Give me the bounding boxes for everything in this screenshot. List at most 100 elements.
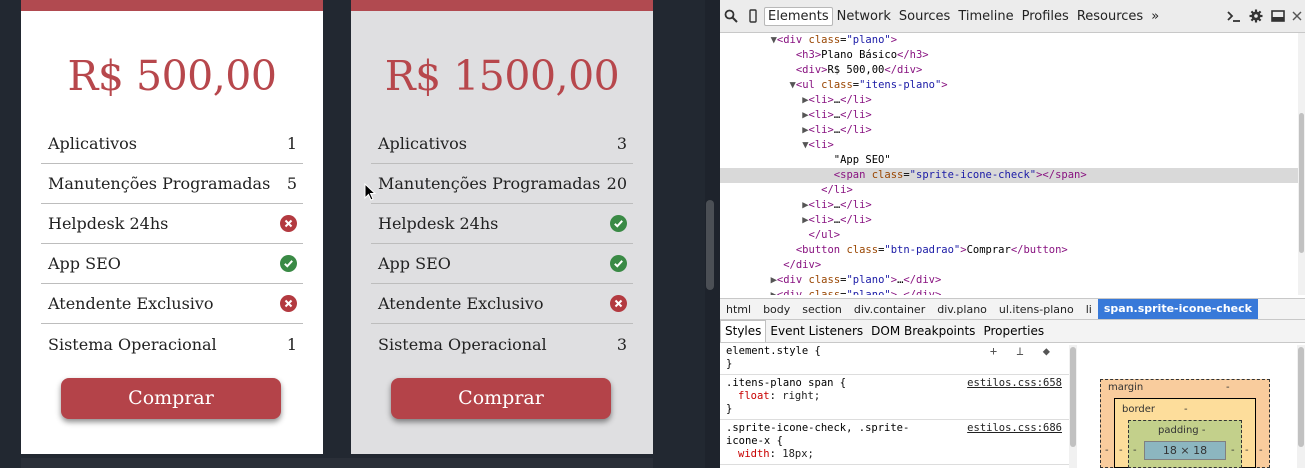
- dom-scrollbar[interactable]: [1298, 33, 1305, 295]
- css-rule-close: }: [726, 403, 733, 415]
- margin-value: -: [1226, 382, 1230, 393]
- plan-card-premium: R$ 1500,00 Aplicativos 3 Manutenções Progr…: [351, 0, 653, 454]
- margin-label: margin: [1108, 382, 1144, 393]
- feature-label: App SEO: [378, 254, 451, 273]
- feature-value: 5: [286, 174, 297, 193]
- tab-styles[interactable]: Styles: [720, 320, 767, 342]
- dom-node[interactable]: ▼<div class="plano">: [720, 33, 1298, 48]
- devtools-toolbar: Elements Network Sources Timeline Profiles Re…: [720, 0, 1305, 33]
- dom-node[interactable]: ▶<div class="plano">…</div>: [720, 288, 1298, 295]
- x-icon: [610, 295, 627, 312]
- tab-properties[interactable]: Properties: [979, 324, 1048, 338]
- css-rule[interactable]: .itens-plano span {estilos.css:658 float:…: [720, 375, 1070, 420]
- dom-node[interactable]: <button class="btn-padrao">Comprar</butt…: [720, 243, 1298, 258]
- dom-node[interactable]: "App SEO": [720, 153, 1298, 168]
- css-rule[interactable]: .sprite-icone-check, .sprite- icone-x {e…: [720, 420, 1070, 465]
- dom-node[interactable]: <h3>Plano Básico</h3>: [720, 48, 1298, 63]
- dom-node[interactable]: ▼<ul class="itens-plano">: [720, 78, 1298, 93]
- tab-overflow[interactable]: »: [1147, 9, 1163, 24]
- dom-node[interactable]: </ul>: [720, 228, 1298, 243]
- plan-feature-row: Aplicativos 3: [371, 124, 633, 164]
- feature-label: Manutenções Programadas: [48, 174, 271, 193]
- breadcrumb-item[interactable]: html: [720, 303, 757, 316]
- styles-pane[interactable]: element.style {+ ⊥ ◆} .itens-plano span {…: [720, 343, 1070, 468]
- box-model-scrollbar[interactable]: [1297, 345, 1305, 468]
- plan-price: R$ 500,00: [67, 52, 277, 100]
- check-icon: [610, 215, 627, 232]
- buy-button[interactable]: Comprar: [61, 378, 281, 419]
- breadcrumb-item[interactable]: span.sprite-icone-check: [1097, 299, 1258, 319]
- console-drawer-icon[interactable]: [1223, 9, 1245, 23]
- plan-feature-row: Sistema Operacional 3: [371, 324, 633, 364]
- plan-feature-row: Atendente Exclusivo: [41, 284, 303, 324]
- tab-dom-breakpoints[interactable]: DOM Breakpoints: [867, 324, 979, 338]
- dom-node[interactable]: ▶<li>…</li>: [720, 108, 1298, 123]
- check-icon: [610, 255, 627, 272]
- page-scrollbar[interactable]: [706, 200, 714, 290]
- dom-node[interactable]: ▶<div class="plano">…</div>: [720, 273, 1298, 288]
- css-property[interactable]: width: 18px;: [726, 448, 1064, 461]
- tab-sources[interactable]: Sources: [895, 9, 954, 24]
- dom-node-selected[interactable]: <span class="sprite-icone-check"></span>: [720, 168, 1298, 183]
- device-mode-icon[interactable]: [742, 9, 764, 23]
- feature-label: Helpdesk 24hs: [48, 214, 169, 233]
- border-right-value: -: [1245, 445, 1249, 456]
- dom-node[interactable]: <div>R$ 500,00</div>: [720, 63, 1298, 78]
- feature-label: Atendente Exclusivo: [378, 294, 544, 313]
- feature-label: Sistema Operacional: [48, 334, 217, 354]
- tab-network[interactable]: Network: [833, 9, 895, 24]
- plan-feature-row: Manutenções Programadas 20: [371, 164, 633, 204]
- padding-right-value: -: [1231, 445, 1235, 456]
- new-rule-icon[interactable]: + ⊥ ◆: [990, 345, 1056, 358]
- feature-label: Aplicativos: [48, 134, 137, 153]
- dom-tree[interactable]: ▼<div class="plano"> <h3>Plano Básico</h…: [720, 33, 1298, 295]
- tab-profiles[interactable]: Profiles: [1018, 9, 1073, 24]
- breadcrumb-item[interactable]: body: [757, 303, 796, 316]
- feature-label: Manutenções Programadas: [378, 174, 601, 193]
- dom-node[interactable]: </div>: [720, 258, 1298, 273]
- feature-value: 1: [286, 334, 297, 354]
- tab-elements[interactable]: Elements: [764, 6, 833, 26]
- breadcrumb-item[interactable]: div.container: [848, 303, 931, 316]
- dock-side-icon[interactable]: [1267, 9, 1289, 23]
- plan-price: R$ 1500,00: [384, 52, 620, 100]
- plan-feature-row: Sistema Operacional 1: [41, 324, 303, 364]
- tab-timeline[interactable]: Timeline: [954, 9, 1017, 24]
- dom-node[interactable]: ▶<li>…</li>: [720, 123, 1298, 138]
- page-bottom-strip: [21, 458, 653, 468]
- breadcrumb-item[interactable]: ul.itens-plano: [993, 303, 1080, 316]
- plan-feature-row: Helpdesk 24hs: [371, 204, 633, 244]
- buy-button[interactable]: Comprar: [391, 378, 611, 419]
- devtools-tabs: Elements Network Sources Timeline Profiles Re…: [764, 6, 1163, 26]
- tab-resources[interactable]: Resources: [1073, 9, 1147, 24]
- dom-node[interactable]: ▶<li>…</li>: [720, 198, 1298, 213]
- breadcrumb-item[interactable]: div.plano: [931, 303, 993, 316]
- feature-label: Aplicativos: [378, 134, 467, 153]
- dom-node[interactable]: </li>: [720, 183, 1298, 198]
- breadcrumb-item[interactable]: li: [1080, 303, 1098, 316]
- breadcrumb-item[interactable]: section: [796, 303, 848, 316]
- gear-icon[interactable]: [1245, 9, 1267, 23]
- sidebar-tabs: Styles Event Listeners DOM Breakpoints Prop…: [720, 320, 1305, 343]
- search-icon[interactable]: [720, 9, 742, 23]
- dom-node[interactable]: ▶<li>…</li>: [720, 93, 1298, 108]
- tab-event-listeners[interactable]: Event Listeners: [766, 324, 867, 338]
- plan-feature-row: Manutenções Programadas 5: [41, 164, 303, 204]
- feature-label: Atendente Exclusivo: [48, 294, 214, 313]
- css-rule[interactable]: element.style {+ ⊥ ◆}: [720, 343, 1070, 375]
- padding-left-value: -: [1133, 445, 1137, 456]
- css-property[interactable]: float: right;: [726, 390, 1064, 403]
- dom-node[interactable]: ▼<li>: [720, 138, 1298, 153]
- plan-feature-row: App SEO: [41, 244, 303, 284]
- plan-feature-row: Helpdesk 24hs: [41, 204, 303, 244]
- css-source-link[interactable]: estilos.css:686: [967, 422, 1062, 435]
- css-source-link[interactable]: estilos.css:658: [967, 377, 1062, 390]
- border-left-value: -: [1119, 445, 1123, 456]
- close-icon[interactable]: [1289, 9, 1305, 23]
- feature-label: Sistema Operacional: [378, 334, 547, 354]
- padding-label: padding -: [1158, 425, 1206, 436]
- feature-label: Helpdesk 24hs: [378, 214, 499, 233]
- styles-scrollbar[interactable]: [1069, 345, 1077, 468]
- dom-node[interactable]: ▶<li>…</li>: [720, 213, 1298, 228]
- plan-items: Aplicativos 3 Manutenções Programadas 20 Hel…: [371, 124, 633, 364]
